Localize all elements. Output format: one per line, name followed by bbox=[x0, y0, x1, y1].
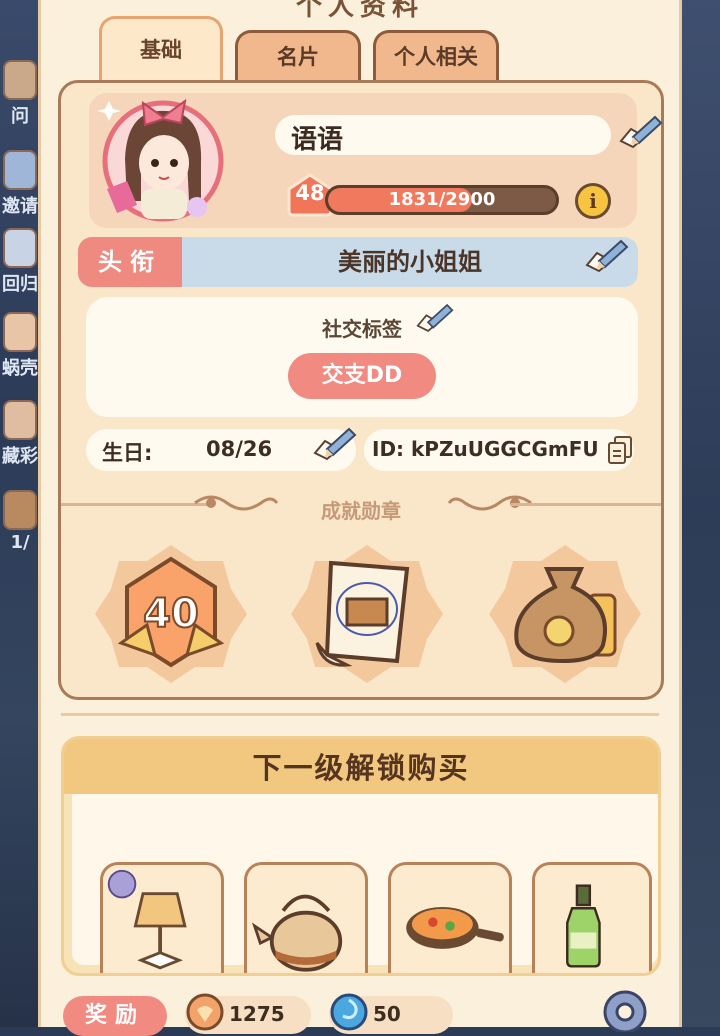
side-menu-snail[interactable]: 蜗壳 bbox=[0, 312, 40, 380]
id-pill: ID: kPZuUGGCGmFU bbox=[364, 429, 634, 471]
pan-icon bbox=[406, 906, 504, 949]
side-menu-label: 蜗壳 bbox=[2, 358, 38, 379]
bunny-icon bbox=[3, 400, 37, 440]
chest-icon bbox=[3, 490, 37, 530]
coin-counter: 1275 bbox=[185, 993, 311, 1034]
next-level-unlock-panel: 下一级解锁购买 bbox=[61, 736, 661, 976]
info-icon[interactable]: i bbox=[575, 183, 611, 219]
side-menu-return[interactable]: 回归 bbox=[0, 228, 40, 296]
xp-progress-text: 1831/2900 bbox=[388, 189, 496, 210]
coin-value: 1275 bbox=[229, 1002, 285, 1026]
honor-title-row[interactable]: 头衔 美丽的小姐姐 bbox=[78, 237, 638, 287]
edit-birthday-pencil-icon[interactable] bbox=[313, 427, 357, 461]
player-name: 语语 bbox=[291, 125, 344, 155]
cat-icon bbox=[3, 228, 37, 268]
scroll-box-badge[interactable] bbox=[287, 539, 447, 689]
tab-basic[interactable]: 基础 bbox=[99, 16, 223, 82]
snail-icon bbox=[3, 312, 37, 352]
profile-header: 语语 48 1831/2900 i bbox=[89, 93, 663, 228]
social-tags-label: 社交标签 bbox=[322, 317, 402, 341]
badge-number: 40 bbox=[143, 591, 199, 637]
section-separator bbox=[61, 713, 659, 716]
name-field[interactable]: 语语 bbox=[275, 115, 611, 155]
side-menu-invite[interactable]: 邀请 bbox=[0, 150, 40, 218]
profile-panel: 个人资料 基础 名片 个人相关 语语 48 1831/2900 i 头衔 美丽的… bbox=[38, 0, 682, 1036]
quest-icon bbox=[3, 60, 37, 100]
birthday-label: 生日: bbox=[102, 441, 153, 465]
copy-icon[interactable] bbox=[607, 435, 633, 465]
social-tag-chip[interactable]: 交支DD bbox=[288, 353, 436, 399]
invite-icon bbox=[3, 150, 37, 190]
side-menu-label: 1/ bbox=[10, 532, 30, 553]
side-menu-collection[interactable]: 藏彩 bbox=[0, 400, 40, 468]
side-menu-label: 藏彩 bbox=[2, 446, 38, 467]
unlock-items-area bbox=[72, 794, 658, 973]
divider-right bbox=[511, 503, 661, 506]
reward-button[interactable]: 奖励 bbox=[63, 996, 167, 1036]
honor-title-label: 头衔 bbox=[78, 237, 182, 287]
blue-gem-icon bbox=[330, 993, 368, 1031]
frying-pan-item[interactable] bbox=[388, 862, 512, 973]
settings-gear-icon[interactable] bbox=[597, 984, 653, 1032]
side-menu-chest[interactable]: 1/ bbox=[0, 490, 40, 553]
birthday-value: 08/26 bbox=[206, 437, 273, 461]
bottle-item[interactable] bbox=[532, 862, 652, 973]
money-bag-badge[interactable] bbox=[485, 539, 645, 689]
side-menu-quest[interactable]: 问 bbox=[0, 60, 40, 128]
coin-icon bbox=[186, 993, 224, 1031]
edit-title-pencil-icon[interactable] bbox=[585, 239, 629, 273]
gem-value: 50 bbox=[373, 1002, 401, 1026]
background-right bbox=[678, 0, 720, 1027]
level-40-badge[interactable]: 40 bbox=[91, 539, 251, 689]
side-menu-label: 邀请 bbox=[2, 196, 38, 217]
xp-progress-bar: 1831/2900 bbox=[325, 185, 559, 215]
teapot-item[interactable] bbox=[244, 862, 368, 973]
side-menu-label: 问 bbox=[11, 106, 29, 127]
footer-bar: 奖励 1275 50 bbox=[61, 990, 679, 1036]
bottle-icon bbox=[566, 884, 601, 968]
lamp-icon bbox=[107, 869, 187, 970]
honor-title-value: 美丽的小姐姐 bbox=[338, 248, 482, 276]
profile-card: 语语 48 1831/2900 i 头衔 美丽的小姐姐 社交标签 交支DD 生日… bbox=[58, 80, 664, 700]
unlock-title: 下一级解锁购买 bbox=[64, 739, 658, 794]
avatar[interactable] bbox=[97, 89, 233, 229]
player-id: ID: kPZuUGGCGmFU bbox=[372, 437, 599, 461]
tab-personal[interactable]: 个人相关 bbox=[373, 30, 499, 80]
edit-social-pencil-icon[interactable] bbox=[416, 303, 454, 333]
tab-card[interactable]: 名片 bbox=[235, 30, 361, 80]
teapot-icon bbox=[251, 894, 343, 972]
gem-counter: 50 bbox=[329, 993, 453, 1034]
side-menu-label: 回归 bbox=[2, 274, 38, 295]
achievements-title: 成就勋章 bbox=[321, 499, 401, 523]
edit-name-pencil-icon[interactable] bbox=[619, 115, 663, 149]
lamp-item[interactable] bbox=[100, 862, 224, 973]
social-tags-box: 社交标签 交支DD bbox=[86, 297, 638, 417]
